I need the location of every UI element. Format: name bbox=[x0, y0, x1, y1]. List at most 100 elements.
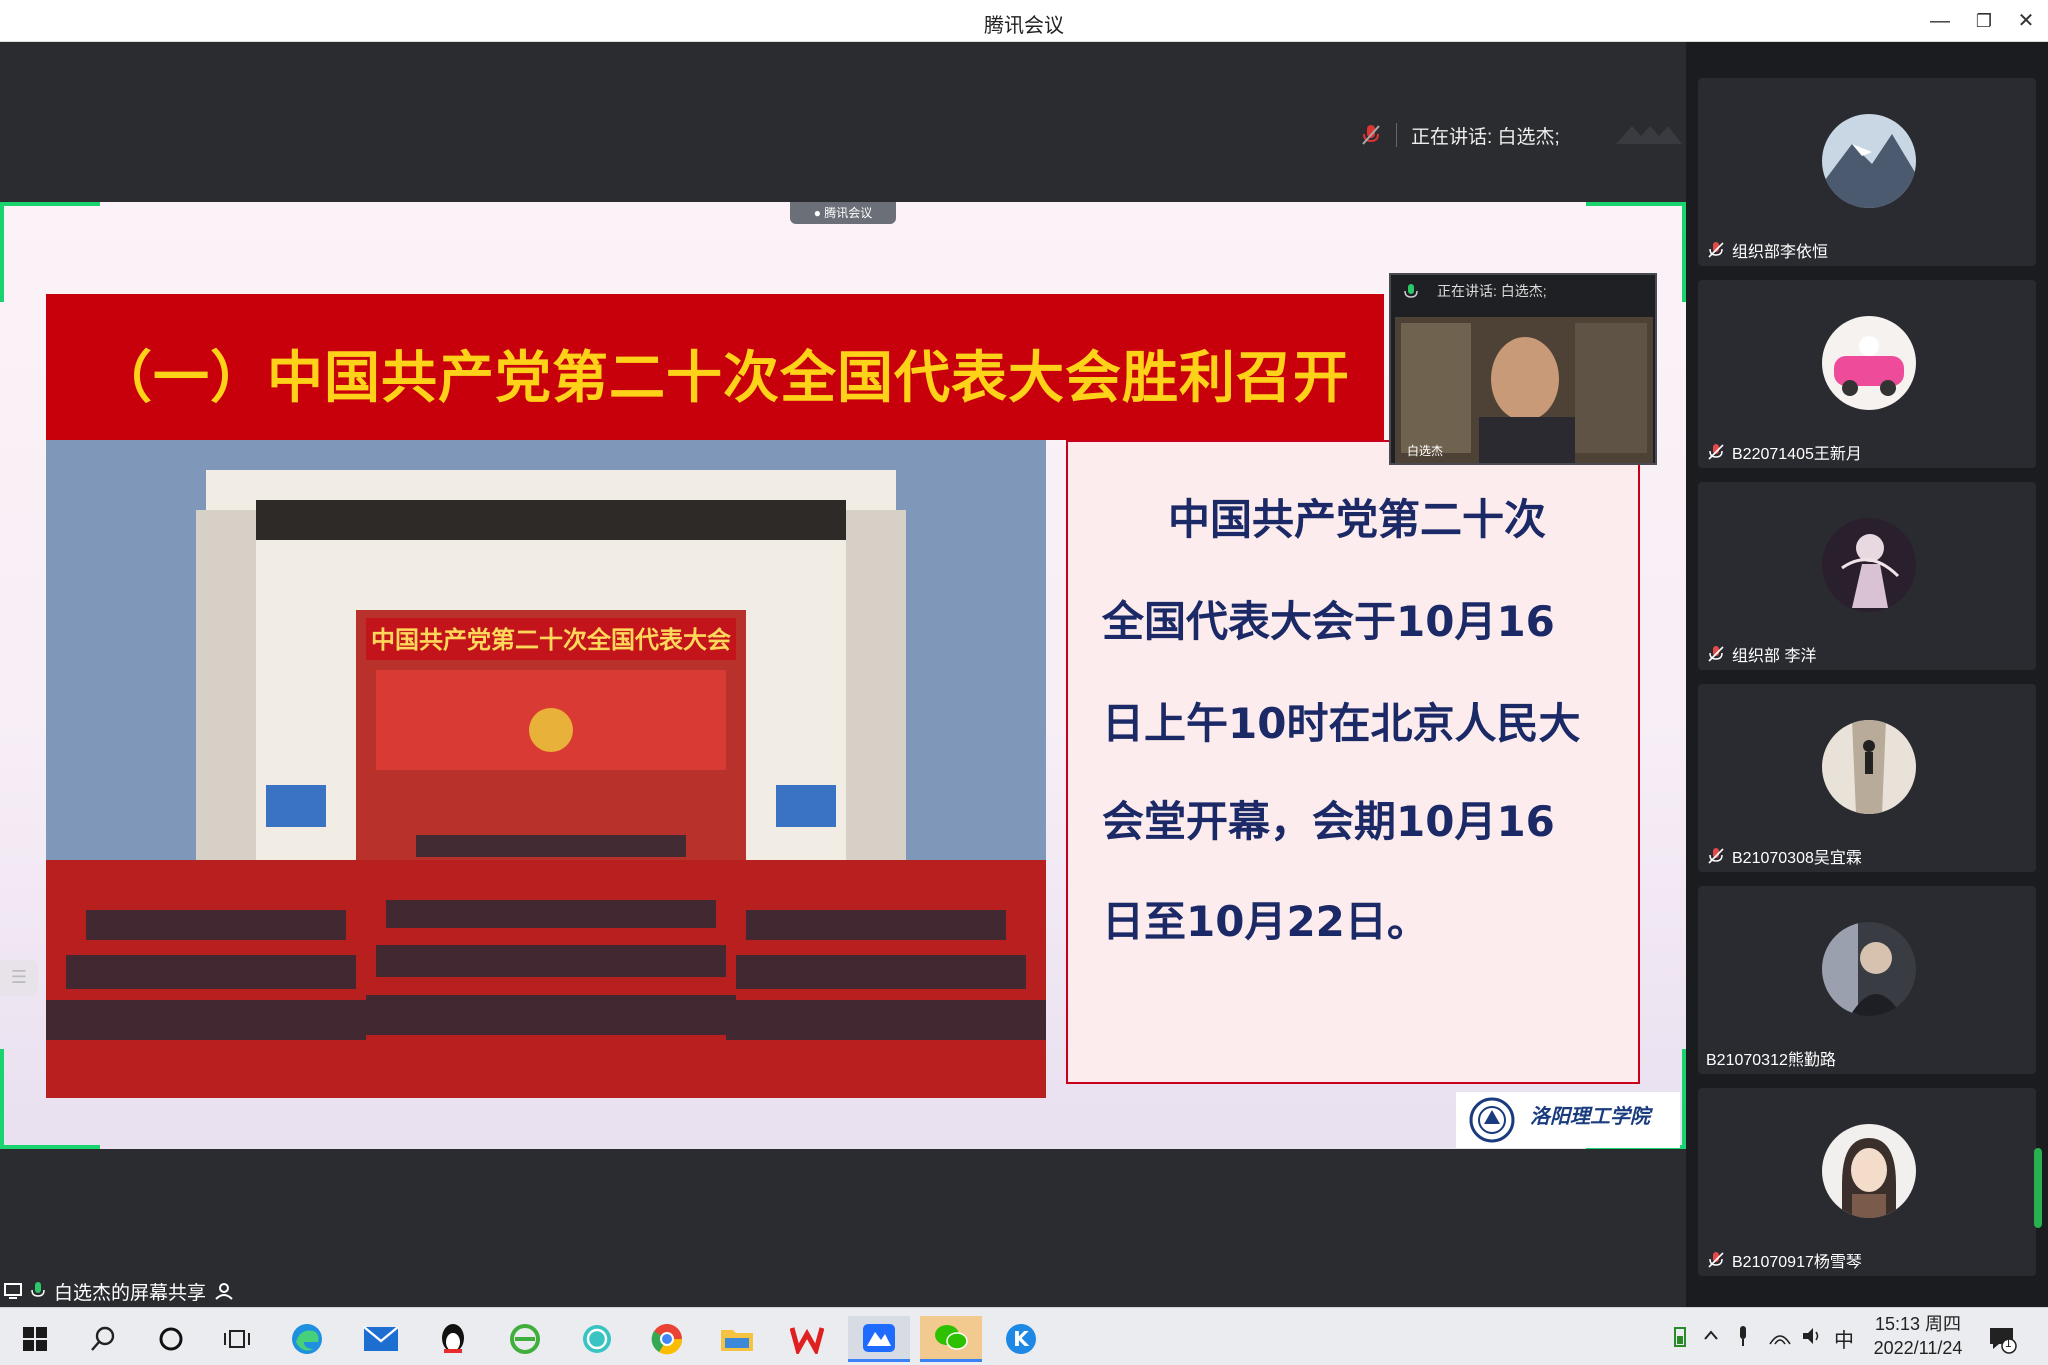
globe-icon bbox=[583, 1325, 611, 1353]
file-explorer-button[interactable] bbox=[706, 1316, 768, 1362]
slide-list-toggle-icon[interactable]: ☰ bbox=[0, 960, 38, 996]
wechat-button[interactable] bbox=[920, 1316, 982, 1362]
participant-name-label: B21070917杨雪琴 bbox=[1732, 1254, 1862, 1271]
avatar bbox=[1822, 316, 1916, 410]
college-logo-text: 洛阳理工学院 bbox=[1530, 1104, 1650, 1128]
participant-tile[interactable]: B21070312熊勤路 bbox=[1698, 886, 2036, 1074]
great-hall-image: 中国共产党第二十次全国代表大会 bbox=[46, 440, 1046, 1098]
avatar bbox=[1822, 720, 1916, 814]
ie-browser-button[interactable] bbox=[494, 1316, 556, 1362]
ime-indicator[interactable]: 中 bbox=[1834, 1324, 1854, 1353]
start-button[interactable] bbox=[4, 1316, 66, 1362]
search-icon bbox=[91, 1326, 115, 1351]
screen-share-label: 白选杰的屏幕共享 bbox=[0, 1276, 234, 1306]
qq-penguin-icon bbox=[442, 1324, 464, 1353]
svg-text:K: K bbox=[1013, 1327, 1030, 1351]
task-view-button[interactable] bbox=[206, 1316, 268, 1362]
microphone-icon[interactable] bbox=[1736, 1324, 1750, 1348]
participant-tile[interactable]: 组织部李依恒 bbox=[1698, 78, 2036, 266]
participant-panel: 组织部李依恒 B22071405王新月 组织部 李洋 B21070308吴宜霖 bbox=[1686, 42, 2048, 1307]
edge-button[interactable] bbox=[276, 1316, 338, 1362]
mic-icon bbox=[31, 1282, 45, 1297]
participant-name: B21070917杨雪琴 bbox=[1706, 1248, 1862, 1272]
body-line: 日至10月22日。 bbox=[1102, 897, 1429, 946]
k-app-button[interactable]: K bbox=[990, 1316, 1052, 1362]
k-icon: K bbox=[1006, 1324, 1036, 1354]
windows-logo-icon bbox=[23, 1327, 47, 1351]
participant-name-label: 组织部 李洋 bbox=[1732, 648, 1817, 665]
minimize-button[interactable]: — bbox=[1922, 6, 1958, 36]
clock[interactable]: 15:13 周四 2022/11/24 bbox=[1866, 1312, 1970, 1360]
mini-speaking-label: 正在讲话: 白选杰; bbox=[1437, 283, 1547, 299]
restore-button[interactable]: ❐ bbox=[1966, 6, 2002, 36]
participant-name-label: 组织部李依恒 bbox=[1732, 244, 1829, 261]
wps-button[interactable] bbox=[776, 1316, 838, 1362]
mic-muted-icon bbox=[1708, 848, 1724, 864]
presenter-video: 白选杰 bbox=[1395, 317, 1653, 463]
wifi-icon[interactable] bbox=[1768, 1324, 1792, 1348]
body-line: 中国共产党第二十次 bbox=[1168, 495, 1547, 544]
cortana-button[interactable] bbox=[140, 1316, 202, 1362]
notification-center-button[interactable]: 1 bbox=[1976, 1316, 2028, 1362]
chrome-button[interactable] bbox=[636, 1316, 698, 1362]
cortana-icon bbox=[159, 1327, 183, 1351]
volume-icon[interactable] bbox=[1800, 1324, 1824, 1348]
search-button[interactable] bbox=[72, 1316, 134, 1362]
presenter-video-window[interactable]: 正在讲话: 白选杰; 白选杰 bbox=[1389, 273, 1657, 465]
share-frame-corner bbox=[0, 202, 100, 302]
mic-muted-icon bbox=[1362, 125, 1380, 145]
photo-banner: 中国共产党第二十次全国代表大会 bbox=[371, 626, 731, 654]
participant-name: B21070308吴宜霖 bbox=[1706, 844, 1862, 868]
mic-muted-icon bbox=[1708, 242, 1724, 258]
chrome-icon bbox=[651, 1324, 683, 1355]
edge-icon bbox=[292, 1324, 322, 1354]
mic-icon bbox=[1404, 284, 1418, 298]
task-view-icon bbox=[224, 1330, 250, 1348]
mic-muted-icon bbox=[1708, 444, 1724, 460]
participant-name: B22071405王新月 bbox=[1706, 440, 1862, 464]
tencent-meeting-icon bbox=[863, 1323, 895, 1352]
screen-icon bbox=[4, 1283, 22, 1299]
participant-tile[interactable]: B22071405王新月 bbox=[1698, 280, 2036, 468]
slide-headline: （一）中国共产党第二十次全国代表大会胜利召开 bbox=[96, 346, 1350, 411]
battery-icon[interactable] bbox=[1672, 1324, 1688, 1348]
window-title: 腾讯会议 bbox=[984, 15, 1064, 37]
clock-date: 2022/11/24 bbox=[1873, 1338, 1963, 1358]
tencent-meeting-button[interactable] bbox=[848, 1316, 910, 1362]
mail-button[interactable] bbox=[350, 1316, 412, 1362]
great-hall-photo: 中国共产党第二十次全国代表大会 bbox=[46, 440, 1046, 1098]
chevron-up-icon[interactable] bbox=[1702, 1324, 1720, 1348]
wechat-icon bbox=[935, 1324, 968, 1350]
participant-name-label: B21070308吴宜霖 bbox=[1732, 850, 1862, 867]
mic-muted-icon bbox=[1708, 1252, 1724, 1268]
close-button[interactable]: ✕ bbox=[2008, 6, 2044, 36]
participant-name-label: B21070312熊勤路 bbox=[1706, 1052, 1836, 1069]
network-signal-icon bbox=[1616, 126, 1682, 144]
presenter-name: 白选杰 bbox=[1407, 444, 1444, 458]
participant-scrollbar[interactable] bbox=[2034, 1148, 2042, 1228]
qq-button[interactable] bbox=[422, 1316, 484, 1362]
body-line: 全国代表大会于10月16 bbox=[1102, 597, 1555, 646]
windows-taskbar: K 中 15:13 周四 2022/11/24 1 bbox=[0, 1307, 2048, 1365]
mic-muted-icon bbox=[1708, 646, 1724, 662]
wps-icon bbox=[790, 1327, 824, 1354]
mail-icon bbox=[363, 1326, 399, 1351]
avatar bbox=[1822, 114, 1916, 208]
college-logo: 洛阳理工学院 bbox=[1456, 1092, 1680, 1148]
share-toolbar-tab[interactable]: ● 腾讯会议 bbox=[790, 202, 896, 224]
participant-tile[interactable]: B21070917杨雪琴 bbox=[1698, 1088, 2036, 1276]
vpn-app-button[interactable] bbox=[566, 1316, 628, 1362]
notification-icon bbox=[1990, 1328, 2017, 1354]
college-seal-icon bbox=[1469, 1097, 1515, 1143]
participant-tile[interactable]: B21070308吴宜霖 bbox=[1698, 684, 2036, 872]
avatar bbox=[1822, 922, 1916, 1016]
clock-time: 15:13 周四 bbox=[1874, 1314, 1962, 1334]
folder-icon bbox=[721, 1330, 753, 1351]
share-label-text: 白选杰的屏幕共享 bbox=[54, 1282, 207, 1304]
divider bbox=[1396, 123, 1397, 147]
participant-name-label: B22071405王新月 bbox=[1732, 446, 1862, 463]
slide-textbox: 中国共产党第二十次 全国代表大会于10月16 日上午10时在北京人民大 会堂开幕… bbox=[1066, 440, 1640, 1084]
participant-name: 组织部 李洋 bbox=[1706, 642, 1816, 666]
speaking-indicator: 正在讲话: 白选杰; bbox=[1360, 120, 1560, 150]
participant-tile[interactable]: 组织部 李洋 bbox=[1698, 482, 2036, 670]
